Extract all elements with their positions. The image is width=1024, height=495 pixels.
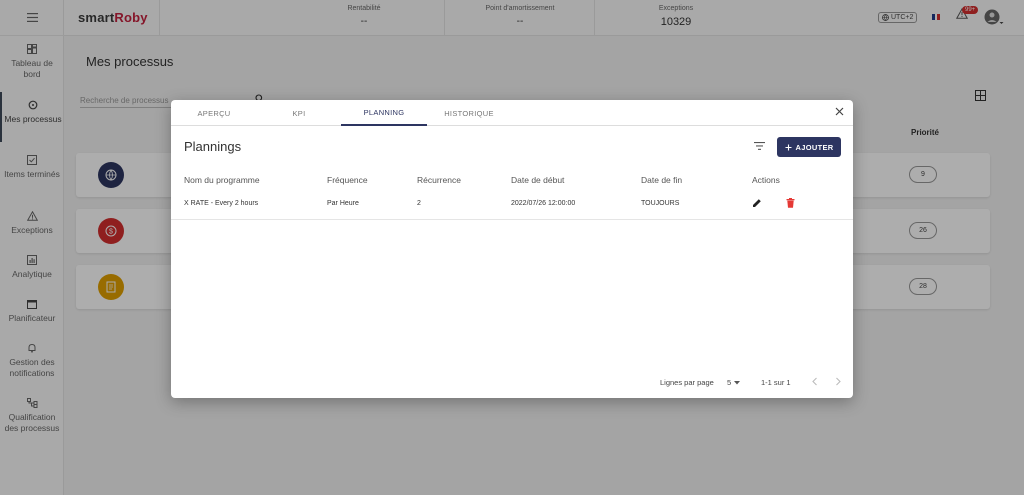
dialog-title: Plannings: [184, 139, 242, 154]
cell-start-date: 2022/07/26 12:00:00: [511, 200, 576, 207]
chevron-right-icon[interactable]: [835, 377, 842, 386]
dialog-tabs: APERÇU KPI PLANNING HISTORIQUE: [171, 100, 853, 126]
planning-dialog: APERÇU KPI PLANNING HISTORIQUE Plannings…: [171, 100, 853, 398]
tab-planning[interactable]: PLANNING: [341, 100, 427, 126]
divider: [171, 219, 853, 220]
column-header-frequency: Fréquence: [327, 175, 368, 185]
cell-recurrence: 2: [417, 200, 421, 207]
tab-historique[interactable]: HISTORIQUE: [426, 100, 512, 126]
column-header-end-date: Date de fin: [641, 175, 683, 185]
edit-icon[interactable]: [752, 198, 762, 208]
filter-icon[interactable]: [754, 142, 765, 150]
column-header-start-date: Date de début: [511, 175, 565, 185]
column-header-program: Nom du programme: [184, 175, 260, 185]
cell-program: X RATE - Every 2 hours: [184, 200, 259, 207]
delete-icon[interactable]: [786, 198, 795, 208]
tab-kpi[interactable]: KPI: [256, 100, 342, 126]
rows-per-page-select[interactable]: 5: [727, 378, 741, 387]
chevron-down-icon: [734, 380, 741, 384]
plus-icon: [785, 144, 792, 150]
cell-frequency: Par Heure: [327, 200, 359, 207]
cell-end-date: TOUJOURS: [641, 200, 680, 207]
pagination-range: 1-1 sur 1: [761, 378, 791, 387]
rows-per-page-label: Lignes par page: [660, 378, 714, 387]
close-icon[interactable]: [835, 107, 844, 116]
column-header-recurrence: Récurrence: [417, 175, 461, 185]
column-header-actions: Actions: [752, 175, 780, 185]
tab-apercu[interactable]: APERÇU: [171, 100, 257, 126]
chevron-left-icon[interactable]: [811, 377, 818, 386]
add-planning-button[interactable]: AJOUTER: [777, 137, 841, 157]
